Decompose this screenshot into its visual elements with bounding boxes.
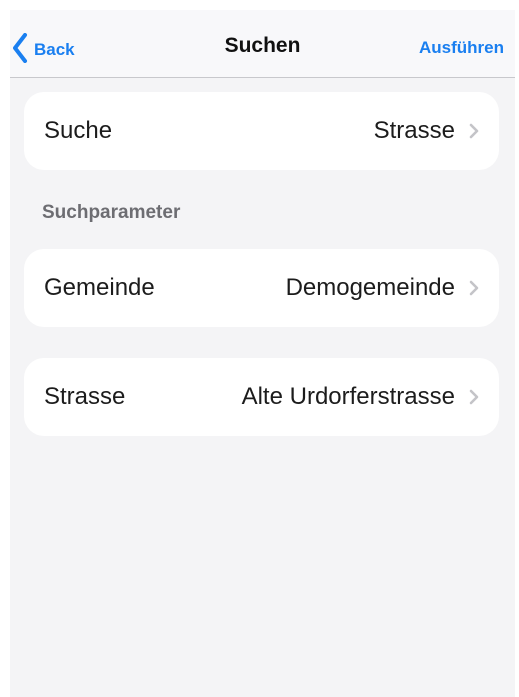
search-screen: Back Suchen Ausführen Suche Strasse Such… <box>10 10 515 697</box>
search-type-cell[interactable]: Suche Strasse <box>24 92 499 170</box>
back-label: Back <box>34 39 75 59</box>
chevron-right-icon <box>469 389 479 405</box>
chevron-right-icon <box>469 123 479 139</box>
municipality-value: Demogemeinde <box>285 274 455 301</box>
navigation-bar: Back Suchen Ausführen <box>10 10 515 78</box>
back-button[interactable]: Back <box>12 32 75 64</box>
chevron-left-icon <box>12 33 28 63</box>
search-type-label: Suche <box>44 117 113 144</box>
section-header: Suchparameter <box>42 202 181 223</box>
search-type-value: Strasse <box>373 117 455 144</box>
municipality-label: Gemeinde <box>44 274 155 301</box>
municipality-cell[interactable]: Gemeinde Demogemeinde <box>24 249 499 327</box>
chevron-right-icon <box>469 280 479 296</box>
street-cell[interactable]: Strasse Alte Urdorferstrasse <box>24 358 499 436</box>
street-value: Alte Urdorferstrasse <box>241 383 455 410</box>
run-button[interactable]: Ausführen <box>419 38 504 58</box>
street-label: Strasse <box>44 383 126 410</box>
